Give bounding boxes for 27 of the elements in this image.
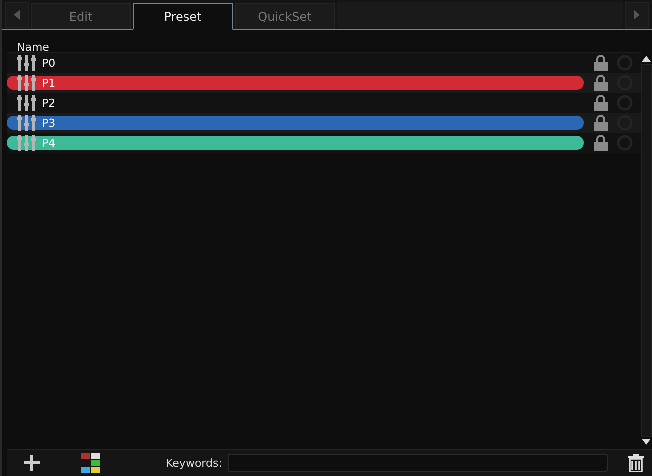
lock-icon[interactable] <box>594 115 608 131</box>
scroll-down-icon[interactable] <box>642 439 651 445</box>
faders-icon <box>17 115 37 131</box>
tab[interactable]: QuickSet <box>235 3 335 29</box>
lock-icon[interactable] <box>594 75 608 91</box>
trash-icon[interactable] <box>628 454 644 472</box>
preset-name[interactable]: P1 <box>42 76 56 90</box>
color-palette-icon[interactable] <box>81 453 100 473</box>
preset-name[interactable]: P0 <box>42 56 56 70</box>
keywords-label: Keywords: <box>166 456 222 470</box>
preset-name[interactable]: P3 <box>42 116 56 130</box>
add-icon[interactable] <box>23 454 41 472</box>
faders-icon <box>17 55 37 71</box>
left-arrow-icon <box>14 10 20 20</box>
lock-icon[interactable] <box>594 95 608 111</box>
faders-icon <box>17 135 37 151</box>
tab[interactable]: Preset <box>133 3 233 30</box>
lock-icon[interactable] <box>594 55 608 71</box>
tab[interactable]: Edit <box>31 3 131 29</box>
faders-icon <box>17 75 37 91</box>
faders-icon <box>17 95 37 111</box>
keywords-field[interactable] <box>228 454 608 472</box>
scroll-up-icon[interactable] <box>642 56 651 62</box>
right-arrow-icon <box>634 10 640 20</box>
preset-name[interactable]: P2 <box>42 96 56 110</box>
column-header: Name <box>17 41 50 54</box>
lock-icon[interactable] <box>594 135 608 151</box>
